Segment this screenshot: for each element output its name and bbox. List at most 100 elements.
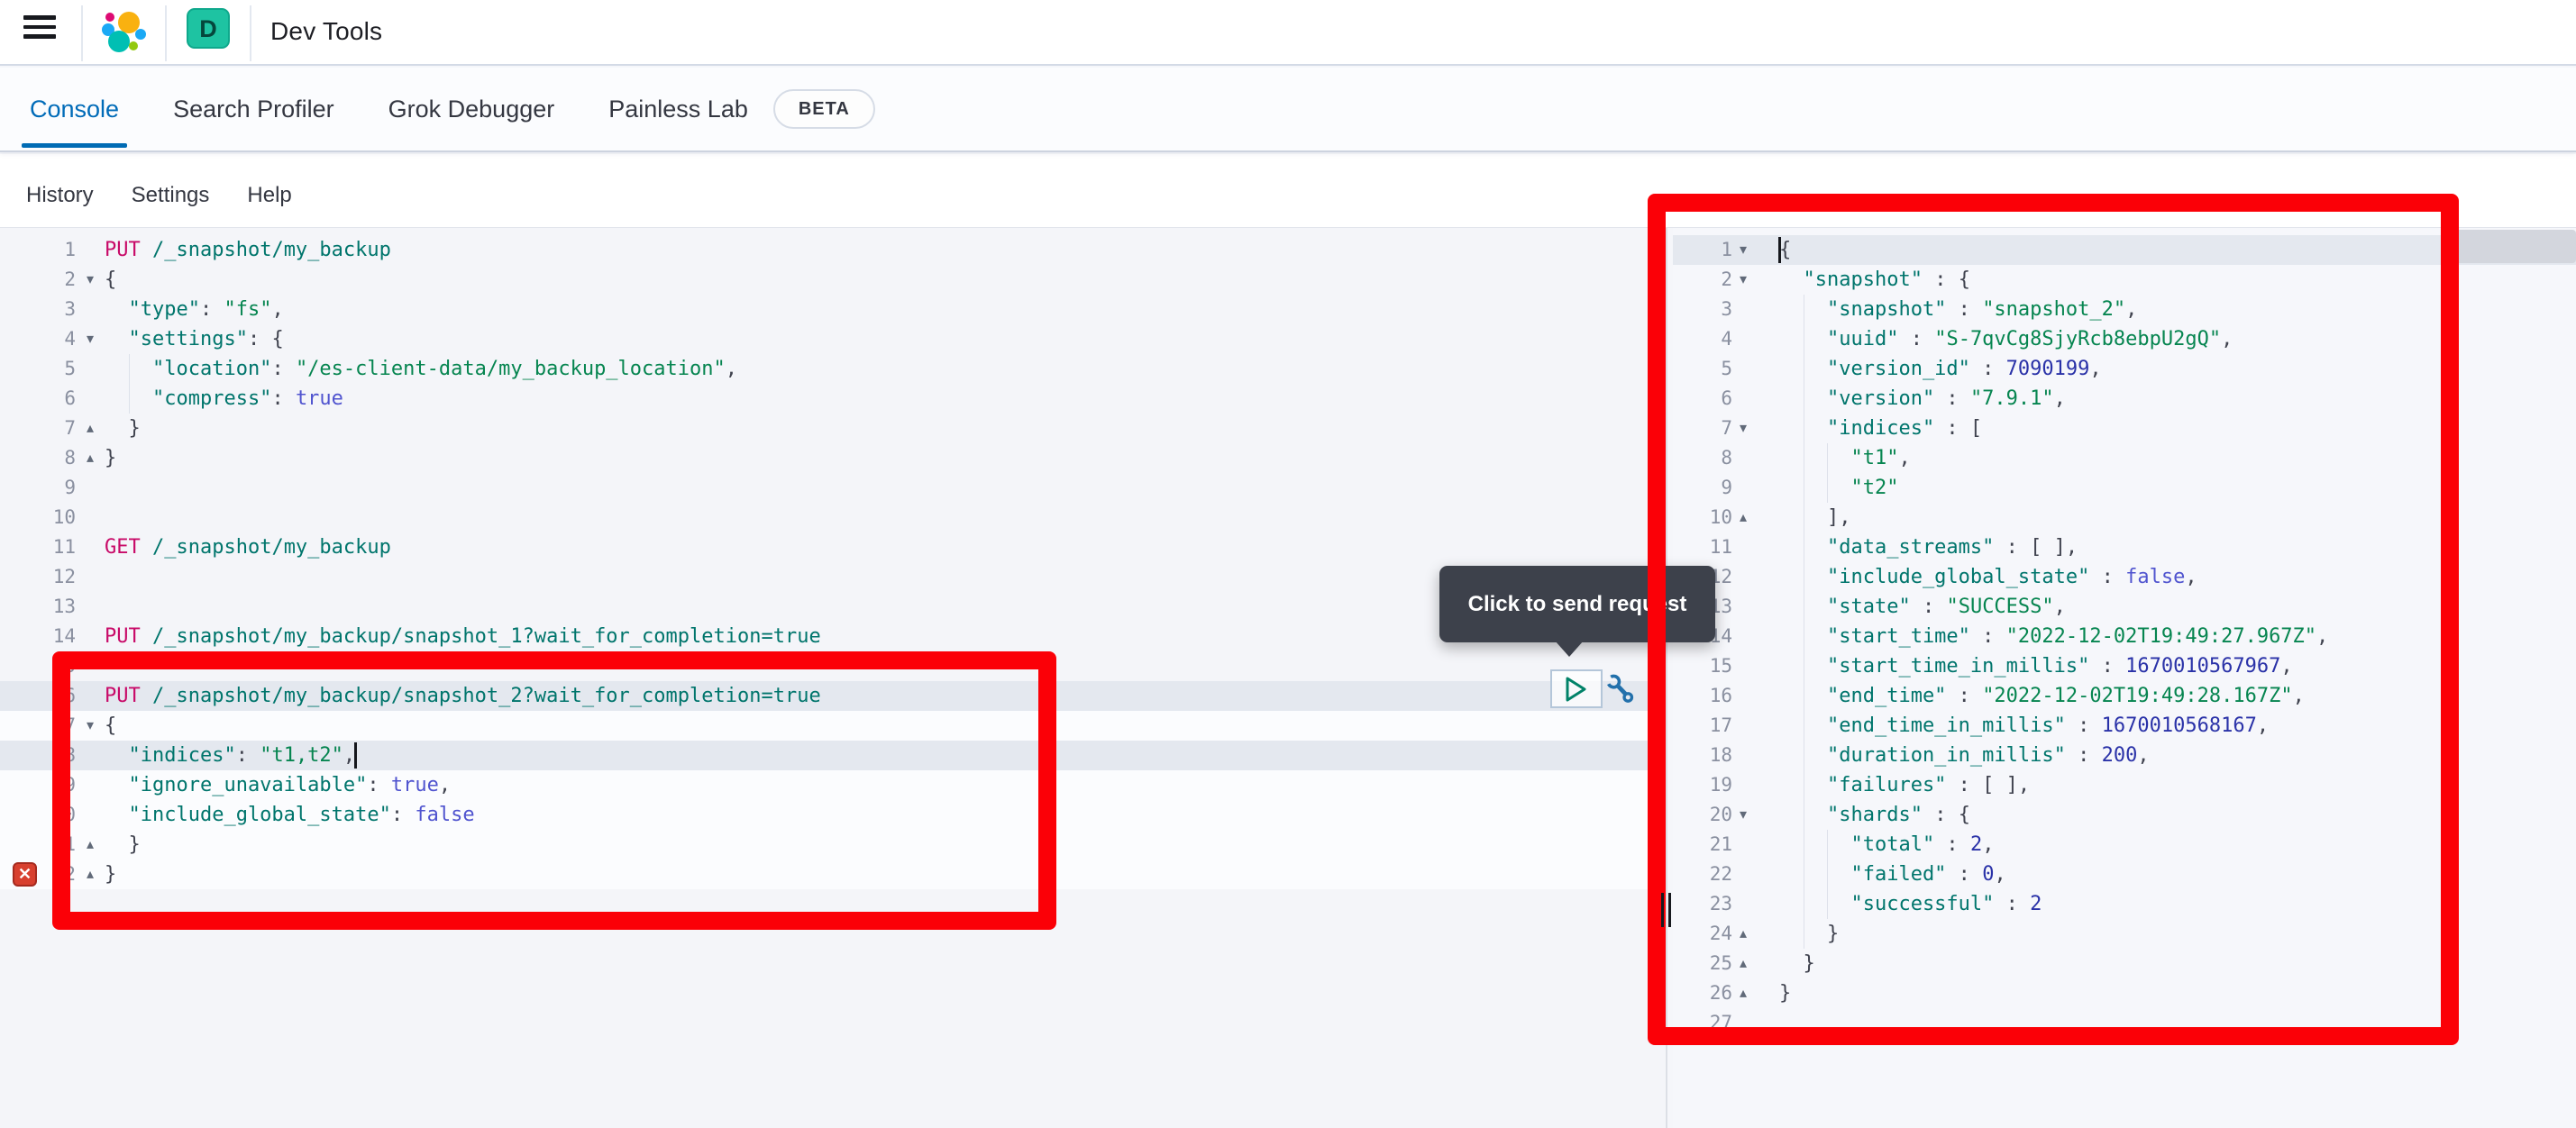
token-punc: } bbox=[1779, 952, 1815, 975]
fold-arrow-icon[interactable]: ▾ bbox=[76, 265, 105, 295]
code-text: "start_time" : "2022-12-02T19:49:27.967Z… bbox=[1779, 622, 2576, 651]
code-line[interactable]: 3 "snapshot" : "snapshot_2", bbox=[1673, 295, 2576, 324]
token-bool: false bbox=[2125, 566, 2185, 588]
code-line[interactable]: 6 "compress": true bbox=[0, 384, 1665, 414]
send-request-button[interactable] bbox=[1550, 669, 1603, 708]
code-line[interactable]: 11GET /_snapshot/my_backup bbox=[0, 532, 1665, 562]
code-line[interactable]: 22▴}✕ bbox=[0, 860, 1665, 889]
code-line[interactable]: 9 bbox=[0, 473, 1665, 503]
code-line[interactable]: 1PUT /_snapshot/my_backup bbox=[0, 235, 1665, 265]
code-line[interactable]: 2▾ "snapshot" : { bbox=[1673, 265, 2576, 295]
code-line[interactable]: 18 "indices": "t1,t2", bbox=[0, 741, 1665, 770]
splitter-grip-icon[interactable] bbox=[1661, 893, 1671, 927]
code-line[interactable]: 8▴} bbox=[0, 443, 1665, 473]
line-number: 6 bbox=[0, 384, 76, 414]
menu-item-help[interactable]: Help bbox=[247, 183, 291, 208]
fold-arrow-icon[interactable]: ▴ bbox=[76, 443, 105, 473]
code-line[interactable]: 27 bbox=[1673, 1008, 2576, 1038]
wrench-icon[interactable] bbox=[1604, 670, 1635, 708]
line-number: 19 bbox=[0, 770, 76, 800]
code-line[interactable]: 15 "start_time_in_millis" : 167001056796… bbox=[1673, 651, 2576, 681]
code-line[interactable]: 4 "uuid" : "S-7qvCg8SjyRcb8ebpU2gQ", bbox=[1673, 324, 2576, 354]
code-line[interactable]: 16 "end_time" : "2022-12-02T19:49:28.167… bbox=[1673, 681, 2576, 711]
fold-gutter bbox=[76, 800, 105, 830]
fold-arrow-icon[interactable]: ▴ bbox=[76, 860, 105, 889]
code-line[interactable]: 14PUT /_snapshot/my_backup/snapshot_1?wa… bbox=[0, 622, 1665, 651]
code-line[interactable]: 3 "type": "fs", bbox=[0, 295, 1665, 324]
code-line[interactable]: 6 "version" : "7.9.1", bbox=[1673, 384, 2576, 414]
code-line[interactable]: 16PUT /_snapshot/my_backup/snapshot_2?wa… bbox=[0, 681, 1665, 711]
error-icon[interactable]: ✕ bbox=[13, 862, 37, 887]
code-line[interactable]: 17 "end_time_in_millis" : 1670010568167, bbox=[1673, 711, 2576, 741]
code-line[interactable]: 2▾{ bbox=[0, 265, 1665, 295]
response-editor[interactable]: 1▾{2▾ "snapshot" : {3 "snapshot" : "snap… bbox=[1673, 228, 2576, 1128]
menu-item-settings[interactable]: Settings bbox=[132, 183, 210, 208]
tab-painless-lab[interactable]: Painless LabBETA bbox=[608, 68, 875, 150]
fold-arrow-icon[interactable]: ▾ bbox=[76, 711, 105, 741]
fold-arrow-icon[interactable]: ▾ bbox=[1732, 235, 1779, 265]
code-line[interactable]: 7▴ } bbox=[0, 414, 1665, 443]
menu-item-history[interactable]: History bbox=[26, 183, 94, 208]
code-line[interactable]: 4▾ "settings": { bbox=[0, 324, 1665, 354]
code-line[interactable]: 13 bbox=[0, 592, 1665, 622]
code-text: "ignore_unavailable": true, bbox=[105, 770, 1665, 800]
fold-arrow-icon[interactable]: ▾ bbox=[1732, 414, 1779, 443]
code-line[interactable]: 20 "include_global_state": false bbox=[0, 800, 1665, 830]
code-line[interactable]: 24▴ } bbox=[1673, 919, 2576, 949]
code-line[interactable]: 18 "duration_in_millis" : 200, bbox=[1673, 741, 2576, 770]
code-line[interactable]: 12 bbox=[0, 562, 1665, 592]
tab-label: Search Profiler bbox=[173, 96, 334, 123]
fold-gutter bbox=[76, 532, 105, 562]
token-punc: : bbox=[1946, 863, 1982, 886]
code-line[interactable]: 14 "start_time" : "2022-12-02T19:49:27.9… bbox=[1673, 622, 2576, 651]
code-line[interactable]: 8 "t1", bbox=[1673, 443, 2576, 473]
fold-arrow-icon[interactable]: ▾ bbox=[1732, 265, 1779, 295]
code-line[interactable]: 10 bbox=[0, 503, 1665, 532]
code-line[interactable]: 26▴} bbox=[1673, 978, 2576, 1008]
code-line[interactable]: 19 "ignore_unavailable": true, bbox=[0, 770, 1665, 800]
code-line[interactable]: 5 "location": "/es-client-data/my_backup… bbox=[0, 354, 1665, 384]
fold-arrow-icon[interactable]: ▴ bbox=[76, 414, 105, 443]
tab-grok-debugger[interactable]: Grok Debugger bbox=[388, 68, 555, 150]
code-line[interactable]: 10▴ ], bbox=[1673, 503, 2576, 532]
code-line[interactable]: 23 "successful" : 2 bbox=[1673, 889, 2576, 919]
code-line[interactable]: 5 "version_id" : 7090199, bbox=[1673, 354, 2576, 384]
horizontal-scrollbar-thumb[interactable] bbox=[2444, 230, 2576, 263]
line-number: 17 bbox=[0, 711, 76, 741]
code-line[interactable]: 21 "total" : 2, bbox=[1673, 830, 2576, 860]
code-text: PUT /_snapshot/my_backup/snapshot_1?wait… bbox=[105, 622, 1665, 651]
code-line[interactable]: 9 "t2" bbox=[1673, 473, 2576, 503]
token-punc: : bbox=[1898, 328, 1934, 350]
token-url: /_snapshot/my_backup bbox=[141, 239, 391, 261]
tab-search-profiler[interactable]: Search Profiler bbox=[173, 68, 334, 150]
fold-gutter bbox=[1732, 681, 1779, 711]
fold-arrow-icon[interactable]: ▾ bbox=[1732, 800, 1779, 830]
code-line[interactable]: 15 bbox=[0, 651, 1665, 681]
code-line[interactable]: 25▴ } bbox=[1673, 949, 2576, 978]
code-line[interactable]: 17▾{ bbox=[0, 711, 1665, 741]
code-text: "start_time_in_millis" : 1670010567967, bbox=[1779, 651, 2576, 681]
fold-arrow-icon[interactable]: ▾ bbox=[76, 324, 105, 354]
code-line[interactable]: 11 "data_streams" : [ ], bbox=[1673, 532, 2576, 562]
code-line[interactable]: 22 "failed" : 0, bbox=[1673, 860, 2576, 889]
code-line[interactable]: 19 "failures" : [ ], bbox=[1673, 770, 2576, 800]
token-punc: } bbox=[105, 447, 116, 469]
code-line[interactable]: 13 "state" : "SUCCESS", bbox=[1673, 592, 2576, 622]
elastic-logo-icon[interactable] bbox=[101, 10, 148, 55]
panel-splitter[interactable] bbox=[1666, 228, 1667, 1128]
code-line[interactable]: 21▴ } bbox=[0, 830, 1665, 860]
request-editor[interactable]: 1PUT /_snapshot/my_backup2▾{3 "type": "f… bbox=[0, 228, 1665, 1128]
fold-arrow-icon[interactable]: ▴ bbox=[1732, 503, 1779, 532]
fold-arrow-icon[interactable]: ▴ bbox=[1732, 919, 1779, 949]
code-line[interactable]: 7▾ "indices" : [ bbox=[1673, 414, 2576, 443]
space-avatar[interactable]: D bbox=[187, 8, 230, 49]
token-str: "t2" bbox=[1779, 477, 1898, 499]
code-line[interactable]: 1▾{ bbox=[1673, 235, 2576, 265]
fold-arrow-icon[interactable]: ▴ bbox=[76, 830, 105, 860]
fold-arrow-icon[interactable]: ▴ bbox=[1732, 978, 1779, 1008]
code-line[interactable]: 20▾ "shards" : { bbox=[1673, 800, 2576, 830]
fold-arrow-icon[interactable]: ▴ bbox=[1732, 949, 1779, 978]
code-line[interactable]: 12 "include_global_state" : false, bbox=[1673, 562, 2576, 592]
tab-console[interactable]: Console bbox=[30, 68, 119, 150]
hamburger-menu-icon[interactable] bbox=[23, 15, 56, 40]
